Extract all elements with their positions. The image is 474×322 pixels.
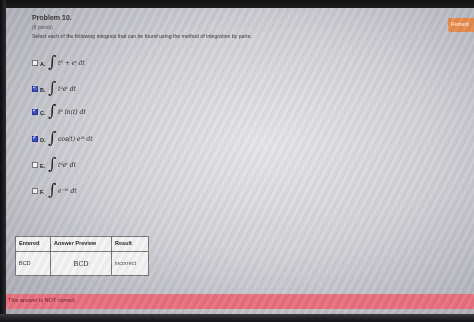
integrand: t³eᵗ dt: [58, 162, 77, 169]
option-letter: B.: [40, 88, 46, 94]
integrand: t² ln(t) dt: [58, 109, 86, 116]
answer-preview-cell: BCD: [50, 251, 112, 276]
column-header: Entered: [15, 236, 51, 252]
option-letter: D.: [40, 138, 46, 144]
remaining-attempts-badge: Remaini: [448, 18, 474, 32]
checkbox-b[interactable]: [32, 83, 38, 92]
option-letter: C.: [40, 111, 46, 117]
integrand: cos(t) e²ᵗ dt: [58, 136, 93, 143]
integral-sign-icon: ∫: [48, 52, 57, 71]
checkbox-e[interactable]: [32, 162, 38, 168]
integrand: t² + eᵗ dt: [58, 60, 85, 67]
results-header-row: Entered Answer Preview Result: [15, 236, 149, 252]
integral-sign-icon: ∫: [48, 128, 57, 147]
checkbox-f[interactable]: [32, 188, 38, 194]
column-header: Result: [111, 236, 149, 252]
integral-sign-icon: ∫: [48, 154, 57, 173]
problem-points: (8 points): [32, 25, 53, 31]
problem-instruction: Select each of the following integrals t…: [32, 34, 252, 40]
checkbox-d[interactable]: [32, 133, 38, 142]
integral-sign-icon: ∫: [48, 78, 57, 97]
entered-cell: BCD: [15, 251, 51, 276]
checkbox-a[interactable]: [32, 60, 38, 66]
integral-sign-icon: ∫: [48, 180, 57, 199]
monitor-bezel-bottom: [0, 314, 474, 322]
column-header: Answer Preview: [50, 236, 112, 252]
result-cell: incorrect: [111, 251, 149, 276]
results-table: Entered Answer Preview Result BCD BCD in…: [15, 236, 149, 276]
option-letter: F.: [40, 190, 45, 196]
integrand: t²eᵗ dt: [58, 86, 77, 93]
table-row: BCD BCD incorrect: [15, 251, 149, 276]
checkbox-c[interactable]: [32, 106, 38, 115]
option-letter: E.: [40, 164, 46, 170]
integral-sign-icon: ∫: [48, 101, 57, 120]
integrand: e⁻ᵗ² dt: [58, 188, 77, 195]
webwork-problem-page: Problem 10. (8 points) Select each of th…: [6, 8, 474, 314]
problem-title: Problem 10.: [32, 15, 72, 22]
option-letter: A.: [40, 62, 46, 68]
answer-status-message: This answer is NOT correct.: [6, 294, 474, 309]
